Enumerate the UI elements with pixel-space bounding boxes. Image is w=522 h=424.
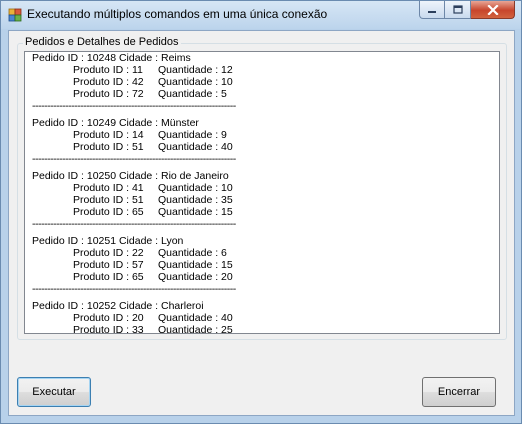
separator-line: ----------------------------------------… (32, 153, 236, 165)
produto-id: Produto ID : 65 (73, 206, 144, 218)
order-item: Produto ID : 22 Quantidade : 6 (32, 247, 236, 259)
quantidade: Quantidade : 15 (158, 259, 233, 271)
close-icon (486, 4, 499, 15)
order-header: Pedido ID : 10248 Cidade : Reims (32, 52, 191, 64)
main-window: Executando múltiplos comandos em uma úni… (0, 0, 522, 424)
produto-id: Produto ID : 33 (73, 324, 144, 334)
quantidade: Quantidade : 10 (158, 182, 233, 194)
orders-listbox[interactable]: Pedido ID : 10248 Cidade : Reims Produto … (24, 51, 500, 334)
produto-id: Produto ID : 20 (73, 312, 144, 324)
produto-id: Produto ID : 11 (73, 64, 143, 76)
window-controls (419, 1, 515, 21)
order-item: Produto ID : 57 Quantidade : 15 (32, 259, 236, 271)
orders-groupbox: Pedidos e Detalhes de Pedidos Pedido ID … (17, 36, 507, 340)
produto-id: Produto ID : 42 (73, 76, 144, 88)
groupbox-label: Pedidos e Detalhes de Pedidos (23, 36, 181, 48)
order-item: Produto ID : 11 Quantidade : 12 (32, 64, 236, 76)
produto-id: Produto ID : 65 (73, 271, 144, 283)
client-area: Pedidos e Detalhes de Pedidos Pedido ID … (8, 30, 515, 416)
app-icon[interactable] (8, 8, 22, 22)
maximize-icon (452, 5, 463, 14)
quantidade: Quantidade : 9 (158, 129, 227, 141)
order-header: Pedido ID : 10252 Cidade : Charleroi (32, 300, 204, 312)
title-bar[interactable]: Executando múltiplos comandos em uma úni… (1, 1, 521, 29)
quantidade: Quantidade : 25 (158, 324, 233, 334)
produto-id: Produto ID : 51 (73, 141, 144, 153)
order-item: Produto ID : 14 Quantidade : 9 (32, 129, 236, 141)
order-header: Pedido ID : 10250 Cidade : Rio de Janeir… (32, 170, 229, 182)
order-item: Produto ID : 42 Quantidade : 10 (32, 76, 236, 88)
produto-id: Produto ID : 22 (73, 247, 144, 259)
encerrar-button-label: Encerrar (437, 386, 481, 398)
order-header: Pedido ID : 10249 Cidade : Münster (32, 117, 199, 129)
quantidade: Quantidade : 15 (158, 206, 233, 218)
window-title: Executando múltiplos comandos em uma úni… (27, 7, 328, 21)
quantidade: Quantidade : 20 (158, 271, 233, 283)
produto-id: Produto ID : 14 (73, 129, 144, 141)
close-button[interactable] (471, 1, 515, 19)
produto-id: Produto ID : 51 (73, 194, 144, 206)
order-item: Produto ID : 51 Quantidade : 35 (32, 194, 236, 206)
order-item: Produto ID : 33 Quantidade : 25 (32, 324, 236, 334)
order-header: Pedido ID : 10251 Cidade : Lyon (32, 235, 184, 247)
produto-id: Produto ID : 57 (73, 259, 144, 271)
quantidade: Quantidade : 40 (158, 141, 233, 153)
produto-id: Produto ID : 41 (73, 182, 144, 194)
maximize-button[interactable] (445, 1, 471, 19)
orders-list: Pedido ID : 10248 Cidade : Reims Produto … (32, 52, 236, 334)
encerrar-button[interactable]: Encerrar (422, 377, 496, 407)
executar-button-label: Executar (32, 386, 76, 398)
order-item: Produto ID : 72 Quantidade : 5 (32, 88, 236, 100)
separator-line: ----------------------------------------… (32, 218, 236, 230)
quantidade: Quantidade : 40 (158, 312, 233, 324)
order-item: Produto ID : 65 Quantidade : 20 (32, 271, 236, 283)
executar-button[interactable]: Executar (17, 377, 91, 407)
quantidade: Quantidade : 35 (158, 194, 233, 206)
quantidade: Quantidade : 6 (158, 247, 227, 259)
order-item: Produto ID : 51 Quantidade : 40 (32, 141, 236, 153)
produto-id: Produto ID : 72 (73, 88, 144, 100)
order-item: Produto ID : 20 Quantidade : 40 (32, 312, 236, 324)
quantidade: Quantidade : 5 (158, 88, 227, 100)
quantidade: Quantidade : 12 (158, 64, 233, 76)
quantidade: Quantidade : 10 (158, 76, 233, 88)
separator-line: ----------------------------------------… (32, 283, 236, 295)
order-item: Produto ID : 65 Quantidade : 15 (32, 206, 236, 218)
separator-line: ----------------------------------------… (32, 100, 236, 112)
minimize-button[interactable] (419, 1, 445, 19)
order-item: Produto ID : 41 Quantidade : 10 (32, 182, 236, 194)
minimize-icon (428, 10, 436, 13)
